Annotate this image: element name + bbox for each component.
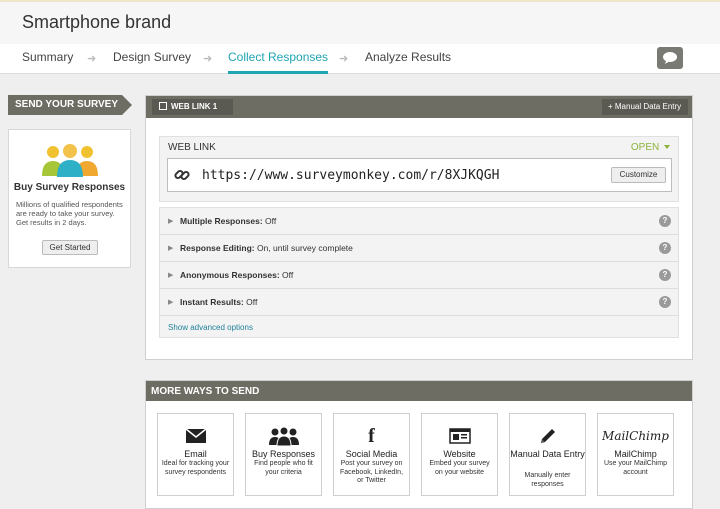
card-title: Buy Responses: [251, 449, 316, 459]
triangle-right-icon: ▶: [168, 299, 174, 306]
edit-icon: [159, 102, 167, 110]
option-name: Multiple Responses:: [180, 216, 263, 226]
card-description: Ideal for tracking your survey responden…: [161, 460, 230, 476]
mailchimp-logo-text: MailChimp: [602, 429, 669, 443]
tab-analyze-results[interactable]: Analyze Results: [365, 50, 451, 74]
web-link-url: https://www.surveymonkey.com/r/8XJKQGH: [202, 168, 500, 183]
triangle-right-icon: ▶: [168, 218, 174, 225]
buy-responses-description: Millions of qualified respondents are re…: [16, 200, 123, 227]
web-link-url-field[interactable]: https://www.surveymonkey.com/r/8XJKQGH C…: [167, 158, 672, 192]
send-card-manual-data-entry[interactable]: Manual Data Entry Manually enter respons…: [509, 413, 586, 496]
survey-header: Smartphone brand: [0, 0, 720, 44]
help-icon[interactable]: ?: [659, 269, 671, 281]
option-row-multiple-responses[interactable]: ▶ Multiple Responses: Off ?: [160, 208, 678, 235]
status-dropdown[interactable]: OPEN: [631, 142, 670, 153]
send-card-email[interactable]: Email Ideal for tracking your survey res…: [157, 413, 234, 496]
card-title: Website: [443, 449, 476, 459]
buy-responses-title: Buy Survey Responses: [13, 182, 126, 193]
customize-button[interactable]: Customize: [611, 167, 666, 183]
option-text: Multiple Responses: Off: [180, 216, 276, 226]
card-description: Manually enter responses: [524, 472, 571, 488]
chat-bubble-icon: [663, 52, 677, 64]
collector-options: ▶ Multiple Responses: Off ? ▶ Response E…: [159, 207, 679, 338]
option-text: Anonymous Responses: Off: [180, 270, 293, 280]
facebook-icon: f: [368, 424, 375, 447]
web-link-box: WEB LINK OPEN https://www.surveymonkey.c…: [159, 136, 679, 202]
more-ways-header: MORE WAYS TO SEND: [146, 381, 692, 401]
step-arrow-icon: ➜: [87, 53, 97, 65]
web-link-label: WEB LINK: [168, 142, 216, 153]
option-value: Off: [262, 216, 277, 226]
send-your-survey-label: SEND YOUR SURVEY: [8, 95, 132, 115]
step-arrow-icon: ➜: [339, 53, 349, 65]
send-card-website[interactable]: Website Embed your survey on your websit…: [421, 413, 498, 496]
caret-down-icon: [664, 145, 670, 149]
card-title: Social Media: [345, 449, 398, 459]
get-started-button[interactable]: Get Started: [42, 240, 98, 255]
tab-summary[interactable]: Summary: [22, 50, 73, 74]
send-card-buy-responses[interactable]: Buy Responses Find people who fit your c…: [245, 413, 322, 496]
option-row-response-editing[interactable]: ▶ Response Editing: On, until survey com…: [160, 235, 678, 262]
card-description: Post your survey on Facebook, LinkedIn, …: [339, 460, 404, 484]
mailchimp-logo-icon: MailChimp: [598, 425, 673, 447]
option-value: On, until survey complete: [254, 243, 353, 253]
step-arrow-icon: ➜: [203, 53, 213, 65]
buy-responses-card: Buy Survey Responses Millions of qualifi…: [8, 129, 131, 268]
card-description: Use your MailChimp account: [603, 460, 668, 476]
web-link-header: WEB LINK 1 + Manual Data Entry: [146, 96, 692, 118]
option-name: Anonymous Responses:: [180, 270, 280, 280]
browser-window-icon: [422, 425, 497, 447]
manual-data-entry-button[interactable]: + Manual Data Entry: [602, 99, 688, 115]
web-link-tab-label: WEB LINK 1: [171, 102, 218, 111]
card-description: Embed your survey on your website: [429, 460, 490, 476]
tab-design-survey[interactable]: Design Survey: [113, 50, 191, 74]
help-icon[interactable]: ?: [659, 242, 671, 254]
triangle-right-icon: ▶: [168, 272, 174, 279]
web-link-panel: WEB LINK 1 + Manual Data Entry WEB LINK …: [145, 95, 693, 360]
tab-collect-responses[interactable]: Collect Responses: [228, 50, 329, 74]
option-row-instant-results[interactable]: ▶ Instant Results: Off ?: [160, 289, 678, 316]
survey-title: Smartphone brand: [22, 12, 172, 32]
people-group-icon: [42, 144, 98, 177]
show-advanced-options-link[interactable]: Show advanced options: [168, 323, 253, 332]
card-title: MailChimp: [614, 449, 657, 459]
send-card-mailchimp[interactable]: MailChimp MailChimp Use your MailChimp a…: [597, 413, 674, 496]
status-label: OPEN: [630, 142, 660, 153]
envelope-icon: [158, 425, 233, 447]
pencil-icon: [510, 425, 585, 447]
feedback-button[interactable]: [657, 47, 683, 69]
card-title: Manual Data Entry: [510, 449, 585, 459]
more-ways-panel: MORE WAYS TO SEND Email Ideal for tracki…: [145, 380, 693, 509]
card-title: Email: [184, 449, 207, 459]
step-navigation: Summary ➜ Design Survey ➜ Collect Respon…: [0, 44, 720, 74]
link-icon: [174, 169, 190, 181]
people-group-icon: [246, 425, 321, 447]
help-icon[interactable]: ?: [659, 296, 671, 308]
option-text: Instant Results: Off: [180, 297, 257, 307]
help-icon[interactable]: ?: [659, 215, 671, 227]
option-name: Response Editing:: [180, 243, 255, 253]
card-description: Find people who fit your criteria: [254, 460, 313, 476]
send-card-social-media[interactable]: f Social Media Post your survey on Faceb…: [333, 413, 410, 496]
option-text: Response Editing: On, until survey compl…: [180, 243, 353, 253]
option-value: Off: [279, 270, 294, 280]
triangle-right-icon: ▶: [168, 245, 174, 252]
option-row-anonymous-responses[interactable]: ▶ Anonymous Responses: Off ?: [160, 262, 678, 289]
option-value: Off: [243, 297, 258, 307]
option-name: Instant Results:: [180, 297, 244, 307]
web-link-tab[interactable]: WEB LINK 1: [152, 99, 233, 115]
